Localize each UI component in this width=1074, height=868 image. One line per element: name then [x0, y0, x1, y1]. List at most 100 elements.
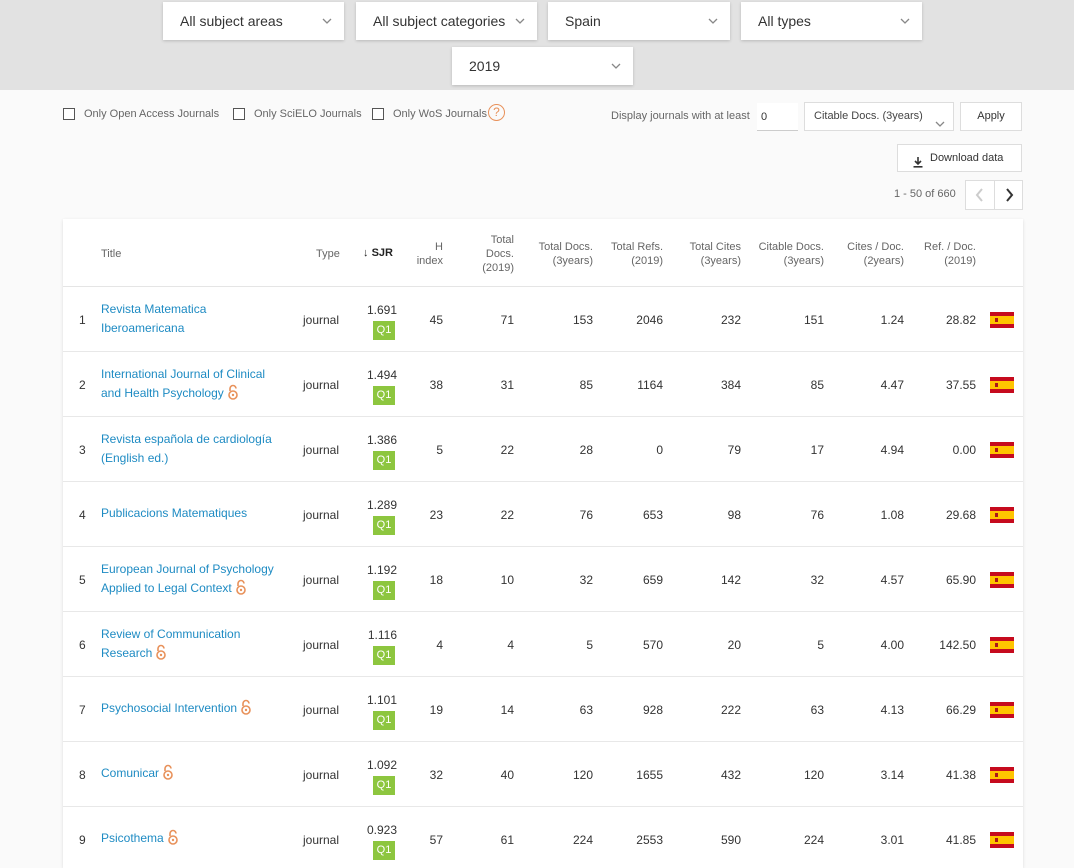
refs-per-doc-value: 37.55 [945, 378, 976, 392]
journal-title-link[interactable]: Review of Communication Research [101, 625, 281, 666]
refs-per-doc-value: 65.90 [945, 573, 976, 587]
journal-title-link[interactable]: International Journal of Clinical and Hea… [101, 365, 281, 406]
total-cites-value: 222 [720, 703, 741, 717]
citable-docs-value: 120 [803, 768, 824, 782]
sjr-value: 1.092 [366, 758, 397, 772]
checkbox-box[interactable] [233, 108, 245, 120]
journal-title-line2-wrap: (English ed.) [101, 449, 281, 468]
h-index-value: 57 [429, 833, 443, 847]
journal-title-line1: Revista Matematica [101, 302, 207, 316]
journal-title-line1-wrap: Psicothema [101, 829, 281, 851]
journal-title-link[interactable]: Psicothema [101, 829, 281, 851]
open-access-label: Only Open Access Journals [84, 108, 220, 120]
subject-areas-value: All subject areas [180, 13, 283, 29]
total-docs-3y-value: 85 [579, 378, 593, 392]
col-tr-line1: Total Refs. [611, 241, 663, 253]
col-ref-per-doc[interactable]: Ref. / Doc. (2019) [908, 240, 976, 268]
types-value: All types [758, 13, 811, 29]
scielo-label: Only SciELO Journals [254, 108, 362, 120]
row-index: 2 [79, 378, 86, 392]
col-cpd-line1: Cites / Doc. [847, 241, 904, 253]
col-type[interactable]: Type [316, 247, 340, 261]
col-cd-line2: (3years) [783, 255, 824, 267]
min-docs-input[interactable] [757, 103, 798, 131]
total-refs-value: 659 [642, 573, 663, 587]
quartile-badge: Q1 [373, 841, 395, 860]
journal-title-line1: Revista española de cardiología [101, 432, 272, 446]
col-total-refs[interactable]: Total Refs. (2019) [593, 240, 663, 268]
col-h-index[interactable]: H index [403, 240, 443, 268]
col-citable-docs[interactable]: Citable Docs. (3years) [743, 240, 824, 268]
spain-flag-icon [990, 507, 1014, 523]
wos-checkbox[interactable]: Only WoS Journals [372, 108, 487, 120]
journal-title-line1: Publicacions Matematiques [101, 506, 248, 520]
col-total-docs-3y[interactable]: Total Docs. (3years) [523, 240, 593, 268]
chevron-down-icon [322, 16, 332, 26]
total-docs-value: 61 [500, 833, 514, 847]
col-sjr[interactable]: ↓ SJR [363, 246, 393, 260]
col-total-docs[interactable]: Total Docs. (2019) [463, 233, 514, 275]
chevron-down-icon [708, 16, 718, 26]
previous-page-button[interactable] [966, 181, 995, 209]
citable-docs-select[interactable]: Citable Docs. (3years) [804, 102, 954, 131]
apply-button[interactable]: Apply [960, 102, 1022, 131]
chevron-down-icon [515, 16, 525, 26]
types-dropdown[interactable]: All types [741, 2, 922, 40]
cites-per-doc-value: 3.01 [880, 833, 904, 847]
h-index-value: 32 [429, 768, 443, 782]
row-index: 7 [79, 703, 86, 717]
journal-title-line2: and Health Psychology [101, 386, 224, 400]
citable-docs-value: 5 [817, 638, 824, 652]
total-docs-3y-value: 5 [586, 638, 593, 652]
chevron-down-icon [900, 16, 910, 26]
cites-per-doc-value: 4.57 [880, 573, 904, 587]
journal-title-link[interactable]: Revista Matematica Iberoamericana [101, 300, 281, 338]
refs-per-doc-value: 41.38 [945, 768, 976, 782]
quartile-badge: Q1 [373, 386, 395, 405]
table-row: 2 International Journal of Clinical and He… [63, 352, 1023, 417]
table-row: 8 Comunicar journal 1.092 Q1 32 40 120 1655 432 12… [63, 742, 1023, 807]
year-dropdown[interactable]: 2019 [452, 47, 633, 85]
subject-categories-dropdown[interactable]: All subject categories [356, 2, 537, 40]
table-row: 9 Psicothema journal 0.923 Q1 57 61 224 2553 590 2… [63, 807, 1023, 868]
quartile-badge: Q1 [373, 516, 395, 535]
spain-flag-icon [990, 637, 1014, 653]
download-data-button[interactable]: Download data [897, 144, 1022, 172]
journal-title-link[interactable]: Publicacions Matematiques [101, 504, 281, 523]
journal-title-link[interactable]: Psychosocial Intervention [101, 699, 281, 721]
scielo-checkbox[interactable]: Only SciELO Journals [233, 108, 362, 120]
cites-per-doc-value: 4.00 [880, 638, 904, 652]
help-icon[interactable]: ? [488, 104, 505, 121]
total-docs-value: 40 [500, 768, 514, 782]
checkbox-box[interactable] [372, 108, 384, 120]
total-refs-value: 570 [642, 638, 663, 652]
open-access-icon [155, 644, 167, 666]
col-title[interactable]: Title [101, 247, 121, 261]
cites-per-doc-value: 4.94 [880, 443, 904, 457]
open-access-checkbox[interactable]: Only Open Access Journals [63, 108, 219, 120]
col-td3y-line2: (3years) [552, 255, 593, 267]
journal-title-link[interactable]: European Journal of Psychology Applied to… [101, 560, 281, 601]
next-page-button[interactable] [995, 181, 1023, 209]
citable-docs-value: 85 [810, 378, 824, 392]
col-cites-per-doc[interactable]: Cites / Doc. (2years) [828, 240, 904, 268]
subject-areas-dropdown[interactable]: All subject areas [163, 2, 344, 40]
journals-table: Title Type ↓ SJR H index Total Docs. (20… [63, 219, 1023, 868]
journal-type: journal [303, 378, 340, 392]
col-total-cites[interactable]: Total Cites (3years) [663, 240, 741, 268]
journal-type: journal [303, 638, 340, 652]
total-docs-value: 31 [500, 378, 514, 392]
journal-title-link[interactable]: Comunicar [101, 764, 281, 786]
open-access-icon [235, 579, 247, 601]
total-docs-value: 4 [507, 638, 514, 652]
citable-docs-value: 76 [810, 508, 824, 522]
quartile-badge: Q1 [373, 321, 395, 340]
sjr-value: 1.289 [366, 498, 397, 512]
country-dropdown[interactable]: Spain [548, 2, 730, 40]
checkbox-box[interactable] [63, 108, 75, 120]
journal-title-link[interactable]: Revista española de cardiología (English … [101, 430, 281, 468]
total-docs-3y-value: 32 [579, 573, 593, 587]
journal-title-line1: Psicothema [101, 831, 164, 845]
total-docs-3y-value: 120 [572, 768, 593, 782]
display-threshold-label: Display journals with at least [611, 110, 750, 122]
